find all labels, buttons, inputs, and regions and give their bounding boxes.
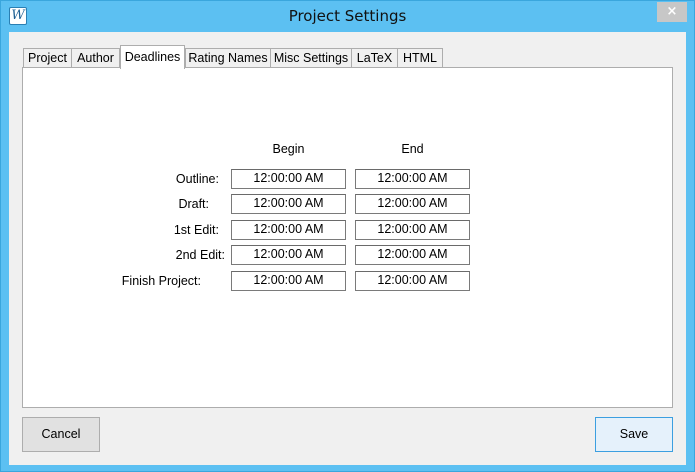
first-edit-begin-field[interactable]: 12:00:00 AM bbox=[231, 220, 346, 240]
tab-html[interactable]: HTML bbox=[397, 48, 443, 68]
outline-end-field[interactable]: 12:00:00 AM bbox=[355, 169, 470, 189]
tab-author[interactable]: Author bbox=[71, 48, 120, 68]
title-bar[interactable]: W Project Settings × bbox=[1, 1, 694, 32]
draft-begin-field[interactable]: 12:00:00 AM bbox=[231, 194, 346, 214]
first-edit-end-field[interactable]: 12:00:00 AM bbox=[355, 220, 470, 240]
app-window: W Project Settings × Project Author Dead… bbox=[0, 0, 695, 472]
tab-deadlines[interactable]: Deadlines bbox=[120, 45, 185, 69]
tab-misc-settings[interactable]: Misc Settings bbox=[270, 48, 352, 68]
finish-project-begin-field[interactable]: 12:00:00 AM bbox=[231, 271, 346, 291]
outline-label: Outline: bbox=[175, 172, 219, 186]
deadlines-panel: Begin End Outline: 12:00:00 AM 12:00:00 … bbox=[22, 67, 673, 408]
cancel-button[interactable]: Cancel bbox=[22, 417, 100, 452]
tab-project[interactable]: Project bbox=[23, 48, 72, 68]
begin-column-header: Begin bbox=[272, 142, 305, 156]
tab-rating-names[interactable]: Rating Names bbox=[185, 48, 271, 68]
save-button[interactable]: Save bbox=[595, 417, 673, 452]
end-column-header: End bbox=[401, 142, 424, 156]
outline-begin-field[interactable]: 12:00:00 AM bbox=[231, 169, 346, 189]
second-edit-label: 2nd Edit: bbox=[175, 248, 225, 262]
close-button[interactable]: × bbox=[657, 2, 687, 22]
dialog-client-area: Project Author Deadlines Rating Names Mi… bbox=[9, 32, 686, 465]
finish-project-end-field[interactable]: 12:00:00 AM bbox=[355, 271, 470, 291]
finish-project-label: Finish Project: bbox=[121, 274, 201, 288]
draft-label: Draft: bbox=[178, 197, 209, 211]
tab-latex[interactable]: LaTeX bbox=[351, 48, 398, 68]
first-edit-label: 1st Edit: bbox=[173, 223, 219, 237]
window-title: Project Settings bbox=[288, 7, 407, 25]
draft-end-field[interactable]: 12:00:00 AM bbox=[355, 194, 470, 214]
second-edit-end-field[interactable]: 12:00:00 AM bbox=[355, 245, 470, 265]
second-edit-begin-field[interactable]: 12:00:00 AM bbox=[231, 245, 346, 265]
